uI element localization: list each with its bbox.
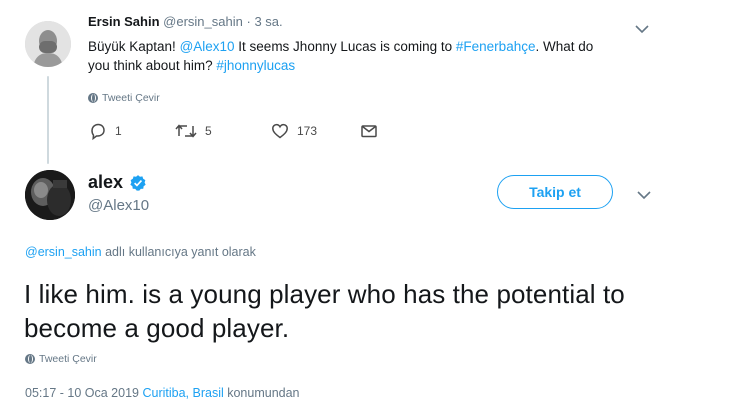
chevron-down-icon (635, 25, 649, 34)
parent-tweet-header: Ersin Sahin @ersin_sahin · 3 sa. (88, 14, 283, 29)
avatar-bald-man-icon (25, 21, 71, 67)
reply-to-mention-link[interactable]: @ersin_sahin (25, 245, 102, 259)
verified-badge-icon (130, 174, 146, 191)
main-tweet-menu-button[interactable] (635, 188, 653, 202)
follow-button[interactable]: Takip et (497, 175, 613, 209)
like-count: 173 (297, 124, 318, 138)
parent-tweet-text: Büyük Kaptan! @Alex10 It seems Jhonny Lu… (88, 37, 608, 75)
location-suffix: konumundan (227, 386, 300, 400)
text-segment: Büyük Kaptan! (88, 39, 180, 54)
tweet-timestamp[interactable]: 05:17 - 10 Oca 2019 (25, 386, 139, 400)
translate-label: Tweeti Çevir (102, 92, 160, 104)
avatar-alex-photo-icon (25, 170, 75, 220)
chevron-down-icon (637, 191, 651, 200)
parent-tweet-menu-button[interactable] (633, 22, 651, 36)
retweet-icon (175, 124, 197, 138)
globe-icon (25, 354, 35, 364)
thread-line (47, 76, 49, 164)
parent-translate-link[interactable]: Tweeti Çevir (88, 92, 160, 104)
reply-to-suffix: adlı kullanıcıya yanıt olarak (101, 245, 256, 259)
reply-icon (91, 123, 105, 141)
text-segment: It seems Jhonny Lucas is coming to (234, 39, 456, 54)
retweet-count: 5 (205, 124, 212, 138)
globe-icon (88, 93, 98, 103)
main-translate-link[interactable]: Tweeti Çevir (25, 353, 97, 365)
mention-link[interactable]: @Alex10 (180, 39, 235, 54)
replying-to-line: @ersin_sahin adlı kullanıcıya yanıt olar… (25, 245, 256, 259)
retweet-button[interactable]: 5 (174, 121, 212, 141)
reply-count: 1 (115, 124, 122, 138)
parent-author-name[interactable]: Ersin Sahin (88, 14, 160, 29)
envelope-icon (361, 125, 377, 138)
hashtag-link[interactable]: #jhonnylucas (216, 58, 295, 73)
direct-message-button[interactable] (359, 121, 379, 141)
like-button[interactable]: 173 (270, 121, 317, 141)
reply-button[interactable]: 1 (88, 121, 122, 141)
separator: · (246, 14, 251, 29)
translate-label: Tweeti Çevir (39, 353, 97, 365)
hashtag-link[interactable]: #Fenerbahçe (456, 39, 536, 54)
main-author-handle[interactable]: @Alex10 (88, 197, 149, 214)
heart-icon (272, 123, 288, 139)
parent-tweet-time[interactable]: 3 sa. (254, 14, 282, 29)
parent-tweet-actions: 1 5 173 (88, 121, 408, 143)
main-author-name[interactable]: alex (88, 172, 123, 193)
parent-author-handle[interactable]: @ersin_sahin (163, 14, 243, 29)
main-avatar[interactable] (25, 170, 75, 220)
parent-avatar[interactable] (25, 21, 71, 67)
main-tweet-text: I like him. is a young player who has th… (24, 279, 625, 343)
main-author-name-row: alex (88, 172, 147, 193)
tweet-metadata: 05:17 - 10 Oca 2019 Curitiba, Brasil kon… (25, 386, 300, 400)
location-link[interactable]: Curitiba, Brasil (142, 386, 223, 400)
